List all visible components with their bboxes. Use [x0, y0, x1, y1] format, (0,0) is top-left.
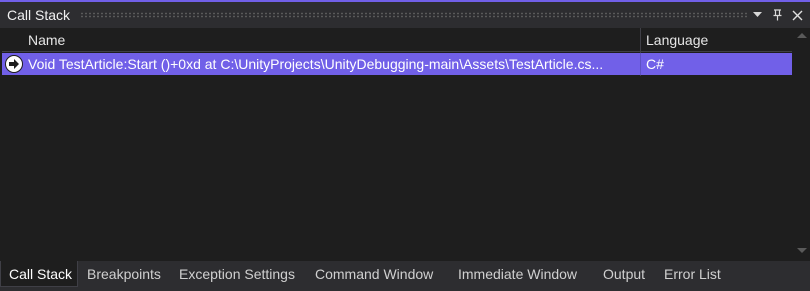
grid-header: Name Language — [2, 28, 792, 52]
call-stack-window: Call Stack Name Language Void TestArticl… — [0, 0, 810, 291]
call-stack-grid: Name Language Void TestArticle:Start ()+… — [2, 28, 792, 260]
tab-output[interactable]: Output — [603, 261, 645, 287]
column-header-language[interactable]: Language — [646, 32, 708, 48]
close-icon[interactable] — [788, 5, 806, 25]
scroll-up-icon[interactable] — [797, 33, 807, 38]
tool-window-tabs: Call Stack Breakpoints Exception Setting… — [0, 261, 810, 291]
call-stack-row[interactable]: Void TestArticle:Start ()+0xd at C:\Unit… — [2, 53, 792, 75]
scroll-down-icon[interactable] — [797, 248, 807, 253]
tab-error-list[interactable]: Error List — [664, 261, 721, 287]
window-title: Call Stack — [7, 7, 71, 23]
column-header-name[interactable]: Name — [28, 32, 65, 48]
tab-immediate-window[interactable]: Immediate Window — [458, 261, 577, 287]
drag-grip[interactable] — [80, 12, 748, 18]
window-titlebar[interactable]: Call Stack — [0, 0, 810, 28]
current-frame-arrow-icon — [5, 55, 23, 73]
vertical-scrollbar[interactable] — [793, 28, 810, 260]
tab-call-stack[interactable]: Call Stack — [0, 261, 78, 287]
pin-icon[interactable] — [768, 5, 786, 25]
tab-breakpoints[interactable]: Breakpoints — [87, 261, 161, 287]
chevron-down-icon[interactable] — [748, 5, 766, 25]
frame-name: Void TestArticle:Start ()+0xd at C:\Unit… — [28, 56, 604, 72]
frame-language: C# — [646, 56, 664, 72]
tab-command-window[interactable]: Command Window — [315, 261, 433, 287]
row-column-divider — [640, 53, 641, 75]
tab-exception-settings[interactable]: Exception Settings — [179, 261, 295, 287]
